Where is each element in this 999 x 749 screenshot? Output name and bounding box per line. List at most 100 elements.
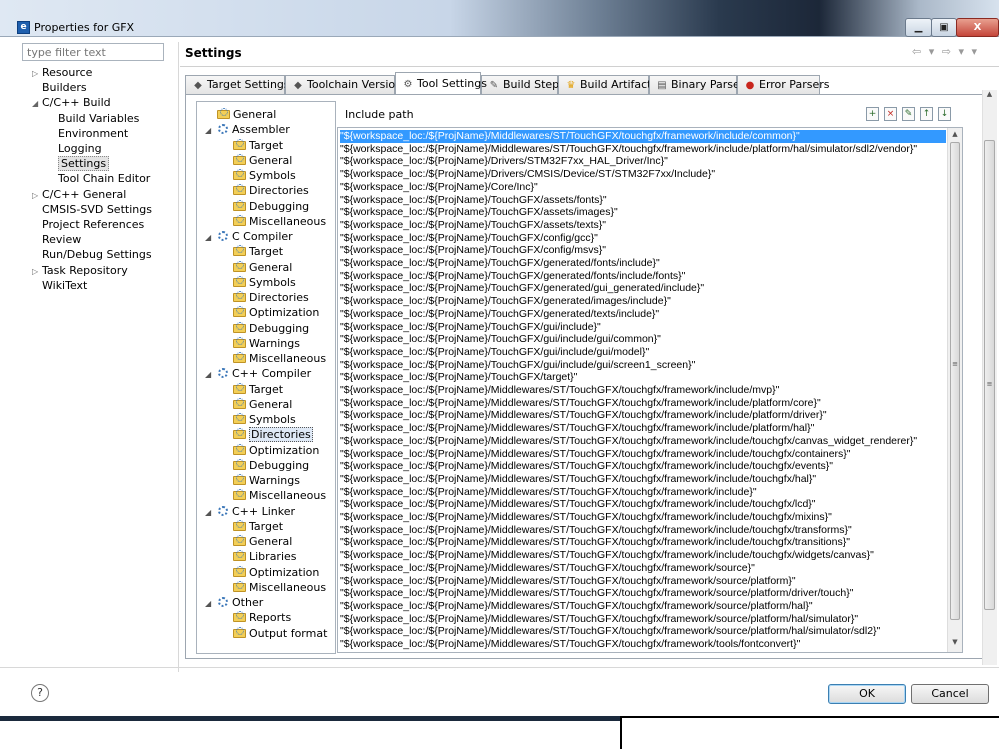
include-path-row[interactable]: "${workspace_loc:/${ProjName}/Middleware… (340, 511, 946, 524)
tool-tree-item-warnings[interactable]: Warnings (233, 336, 300, 351)
tree-item-project-references[interactable]: Project References (32, 217, 144, 232)
tree-item-wikitext[interactable]: WikiText (32, 278, 87, 293)
tab-target-settings[interactable]: ◆ Target Settings (185, 75, 290, 94)
tool-tree-item-directories[interactable]: Directories (233, 290, 309, 305)
include-path-row[interactable]: "${workspace_loc:/${ProjName}/Middleware… (340, 562, 946, 575)
include-path-row[interactable]: "${workspace_loc:/${ProjName}/Middleware… (340, 435, 946, 448)
history-nav-arrows[interactable]: ⇦ ▾ ⇨ ▾ ▾ (912, 45, 979, 58)
include-path-row[interactable]: "${workspace_loc:/${ProjName}/TouchGFX/g… (340, 333, 946, 346)
tool-tree-item-target[interactable]: Target (233, 519, 283, 534)
tree-item-review[interactable]: Review (32, 232, 81, 247)
tool-tree-item-target[interactable]: Target (233, 244, 283, 259)
edit-icon[interactable]: ✎ (902, 107, 915, 121)
tool-tree-item-assembler[interactable]: ◢ Assembler (205, 122, 290, 137)
include-list-scrollbar[interactable]: ▲ ≡ ▼ (947, 128, 962, 652)
tool-tree-item-symbols[interactable]: Symbols (233, 275, 296, 290)
include-path-row[interactable]: "${workspace_loc:/${ProjName}/Middleware… (340, 473, 946, 486)
include-list-scrollbar-thumb[interactable] (950, 142, 960, 620)
tool-tree-item-miscellaneous[interactable]: Miscellaneous (233, 488, 326, 503)
ok-button[interactable]: OK (828, 684, 906, 704)
collapse-arrow-icon[interactable]: ◢ (205, 596, 216, 611)
add-icon[interactable]: + (866, 107, 879, 121)
include-path-row[interactable]: "${workspace_loc:/${ProjName}/TouchGFX/c… (340, 244, 946, 257)
move-up-icon[interactable]: ↑ (920, 107, 933, 121)
include-path-row[interactable]: "${workspace_loc:/${ProjName}/TouchGFX/g… (340, 282, 946, 295)
close-button[interactable]: X (956, 18, 999, 37)
tool-tree-item-general[interactable]: General (217, 107, 276, 122)
include-path-row[interactable]: "${workspace_loc:/${ProjName}/Middleware… (340, 613, 946, 626)
tree-item-run-debug-settings[interactable]: Run/Debug Settings (32, 247, 152, 262)
tool-tree-item-general[interactable]: General (233, 397, 292, 412)
include-path-row[interactable]: "${workspace_loc:/${ProjName}/Middleware… (340, 486, 946, 499)
cancel-button[interactable]: Cancel (911, 684, 989, 704)
include-path-row[interactable]: "${workspace_loc:/${ProjName}/Middleware… (340, 600, 946, 613)
include-path-row[interactable]: "${workspace_loc:/${ProjName}/TouchGFX/a… (340, 194, 946, 207)
tool-tree-item-symbols[interactable]: Symbols (233, 168, 296, 183)
scroll-down-arrow-icon[interactable]: ▼ (948, 638, 962, 648)
tool-tree-item-output-format[interactable]: Output format (233, 626, 327, 641)
collapse-arrow-icon[interactable]: ◢ (205, 123, 216, 138)
tool-tree-item-c-compiler[interactable]: ◢ C++ Compiler (205, 366, 311, 381)
include-path-row[interactable]: "${workspace_loc:/${ProjName}/Middleware… (340, 498, 946, 511)
include-path-row[interactable]: "${workspace_loc:/${ProjName}/Middleware… (340, 143, 946, 156)
tool-tree-item-directories[interactable]: Directories (233, 183, 309, 198)
include-path-row[interactable]: "${workspace_loc:/${ProjName}/Middleware… (340, 409, 946, 422)
scroll-up-arrow-icon[interactable]: ▲ (948, 130, 962, 140)
include-path-list[interactable]: "${workspace_loc:/${ProjName}/Middleware… (337, 127, 963, 653)
move-down-icon[interactable]: ↓ (938, 107, 951, 121)
include-path-row[interactable]: "${workspace_loc:/${ProjName}/Drivers/ST… (340, 155, 946, 168)
outer-scrollbar[interactable]: ▲ ≡ (982, 90, 997, 665)
tool-tree-item-miscellaneous[interactable]: Miscellaneous (233, 214, 326, 229)
expand-arrow-icon[interactable]: ▷ (32, 66, 42, 81)
tool-tree-item-general[interactable]: General (233, 260, 292, 275)
tool-tree-item-target[interactable]: Target (233, 138, 283, 153)
tool-tree-item-other[interactable]: ◢ Other (205, 595, 263, 610)
tool-tree-item-debugging[interactable]: Debugging (233, 199, 309, 214)
minimize-button[interactable]: ▁ (905, 18, 932, 37)
tree-item-settings[interactable]: Settings (58, 156, 110, 172)
tool-tree-item-optimization[interactable]: Optimization (233, 305, 319, 320)
tab-toolchain-version[interactable]: ◆ Toolchain Version (285, 75, 402, 94)
tab-binary-parsers[interactable]: ▤ Binary Parsers (649, 75, 750, 94)
outer-scrollbar-thumb[interactable] (984, 140, 995, 610)
tool-tree-item-c-linker[interactable]: ◢ C++ Linker (205, 504, 295, 519)
include-path-row[interactable]: "${workspace_loc:/${ProjName}/Middleware… (340, 625, 946, 638)
include-path-row[interactable]: "${workspace_loc:/${ProjName}/TouchGFX/g… (340, 270, 946, 283)
collapse-arrow-icon[interactable]: ◢ (205, 367, 216, 382)
include-path-row[interactable]: "${workspace_loc:/${ProjName}/Middleware… (340, 536, 946, 549)
collapse-arrow-icon[interactable]: ◢ (205, 505, 216, 520)
tab-error-parsers[interactable]: ● Error Parsers (737, 75, 829, 94)
tab-build-steps[interactable]: ✎ Build Steps (481, 75, 565, 94)
tool-tree-item-target[interactable]: Target (233, 382, 283, 397)
tree-item-build-variables[interactable]: Build Variables (58, 111, 139, 126)
help-button[interactable]: ? (31, 684, 49, 702)
tree-item-environment[interactable]: Environment (58, 126, 128, 141)
expand-arrow-icon[interactable]: ▷ (32, 188, 42, 203)
tool-tree-item-reports[interactable]: Reports (233, 610, 291, 625)
include-path-row[interactable]: "${workspace_loc:/${ProjName}/TouchGFX/g… (340, 359, 946, 372)
tree-item-c-c-general[interactable]: ▷ C/C++ General (32, 187, 126, 202)
tree-item-resource[interactable]: ▷ Resource (32, 65, 92, 80)
tool-tree-item-libraries[interactable]: Libraries (233, 549, 297, 564)
tool-tree-item-debugging[interactable]: Debugging (233, 321, 309, 336)
tool-tree-item-optimization[interactable]: Optimization (233, 565, 319, 580)
tree-item-task-repository[interactable]: ▷ Task Repository (32, 263, 128, 278)
sash-divider[interactable] (178, 42, 179, 672)
expand-arrow-icon[interactable]: ◢ (32, 96, 42, 111)
include-path-row[interactable]: "${workspace_loc:/${ProjName}/TouchGFX/g… (340, 295, 946, 308)
tool-tree-item-optimization[interactable]: Optimization (233, 443, 319, 458)
include-path-row[interactable]: "${workspace_loc:/${ProjName}/TouchGFX/g… (340, 321, 946, 334)
tool-tree-item-directories[interactable]: Directories (233, 427, 313, 443)
include-path-row[interactable]: "${workspace_loc:/${ProjName}/TouchGFX/g… (340, 308, 946, 321)
include-path-row[interactable]: "${workspace_loc:/${ProjName}/Middleware… (340, 460, 946, 473)
include-path-row[interactable]: "${workspace_loc:/${ProjName}/Middleware… (340, 130, 946, 143)
tool-tree-item-c-compiler[interactable]: ◢ C Compiler (205, 229, 293, 244)
maximize-button[interactable]: ▣ (931, 18, 957, 37)
tool-tree-item-miscellaneous[interactable]: Miscellaneous (233, 580, 326, 595)
tree-item-cmsis-svd-settings[interactable]: CMSIS-SVD Settings (32, 202, 152, 217)
tool-tree-item-symbols[interactable]: Symbols (233, 412, 296, 427)
include-path-row[interactable]: "${workspace_loc:/${ProjName}/Middleware… (340, 524, 946, 537)
include-path-row[interactable]: "${workspace_loc:/${ProjName}/Middleware… (340, 549, 946, 562)
include-path-row[interactable]: "${workspace_loc:/${ProjName}/Middleware… (340, 397, 946, 410)
include-path-row[interactable]: "${workspace_loc:/${ProjName}/Middleware… (340, 575, 946, 588)
